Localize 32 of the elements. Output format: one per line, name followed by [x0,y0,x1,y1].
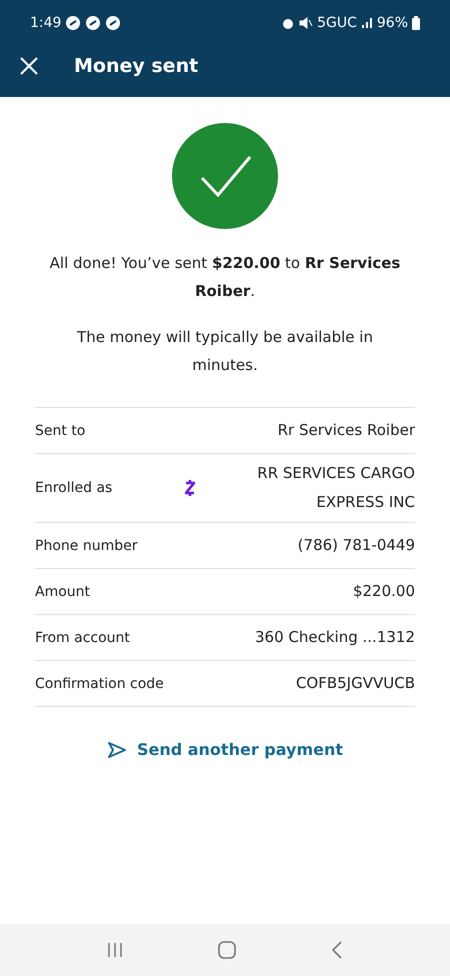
detail-label: From account [35,630,131,646]
detail-value: Rr Services Roiber [276,420,415,441]
signal-icon [360,17,373,29]
confirmation-message: All done! You’ve sent $220.00 to Rr Services Roiber. [48,253,402,302]
recent-apps-icon[interactable] [106,941,124,959]
detail-value: COFB5JGVVUCB [294,673,415,694]
detail-value: RR SERVICES CARGO EXPRESS INC [256,463,415,513]
detail-label: Confirmation code [35,676,165,692]
send-another-payment-link[interactable]: Send another payment [100,739,350,760]
back-icon[interactable] [330,940,344,960]
clock-time: 1:49 [30,15,62,31]
success-check-icon [172,123,278,229]
detail-label: Enrolled as [35,480,114,496]
availability-note: The money will typically be available in minutes. [76,327,374,376]
detail-value: 360 Checking ...1312 [254,627,415,648]
page-title: Money sent [74,55,198,77]
battery-icon [412,16,420,30]
notification-icon [65,15,82,31]
detail-label: Amount [35,584,92,600]
network-label: 5GUC [317,15,357,31]
detail-label: Sent to [35,422,86,438]
home-icon[interactable] [216,940,237,960]
battery-level: 96% [376,15,408,31]
close-button[interactable] [18,55,40,77]
mute-icon [299,16,314,30]
detail-value: (786) 781-0449 [296,535,415,556]
detail-value: $220.00 [352,581,415,602]
notification-icon [105,15,122,31]
zelle-icon [185,479,195,497]
send-icon [106,740,127,758]
detail-label: Phone number [35,538,138,554]
notification-icon [85,15,102,31]
